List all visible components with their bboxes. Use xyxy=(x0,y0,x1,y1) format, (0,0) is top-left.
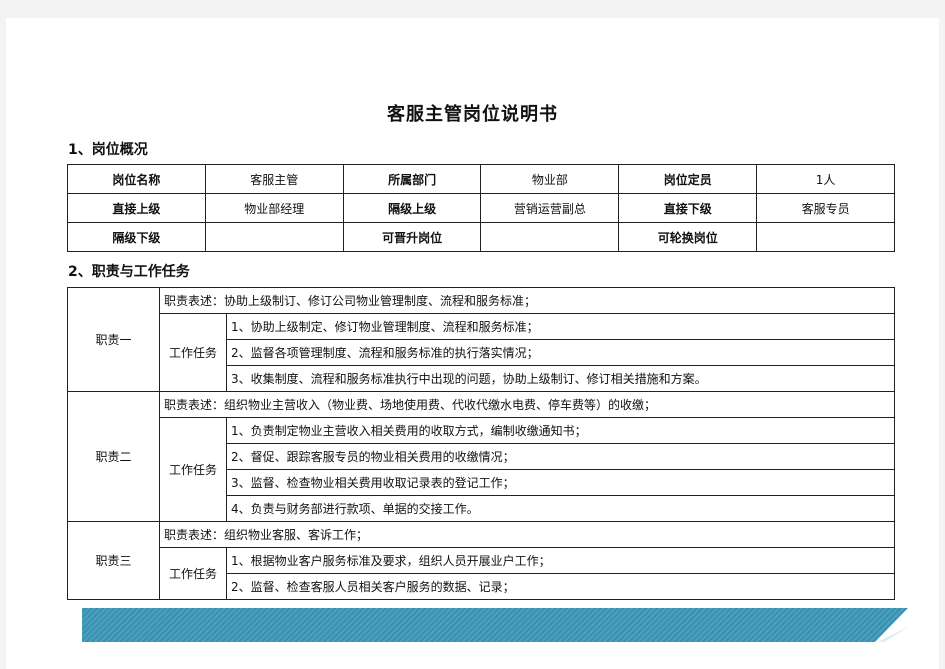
label-cell: 所属部门 xyxy=(342,164,482,194)
task-label-cell: 工作任务 xyxy=(159,313,227,392)
value-cell xyxy=(756,222,895,252)
duty-name-cell: 职责二 xyxy=(67,391,160,522)
duties-table: 职责一 职责表述：协助上级制订、修订公司物业管理制度、流程和服务标准； 工作任务… xyxy=(67,287,895,600)
task-label-cell: 工作任务 xyxy=(159,417,227,522)
label-cell: 隔级下级 xyxy=(67,222,206,252)
section-duties-heading: 2、职责与工作任务 xyxy=(68,264,190,280)
value-cell: 1人 xyxy=(756,164,895,194)
value-cell: 物业部经理 xyxy=(204,193,344,223)
value-cell: 营销运营副总 xyxy=(480,193,620,223)
table-row: 工作任务 1、负责制定物业主营收入相关费用的收取方式，编制收缴通知书； xyxy=(68,417,895,522)
label-cell: 可轮换岗位 xyxy=(618,222,758,252)
task-item: 2、监督、检查客服人员相关客户服务的数据、记录； xyxy=(226,573,895,600)
decorative-footer-band xyxy=(82,608,908,642)
label-cell: 岗位名称 xyxy=(67,164,206,194)
label-cell: 隔级上级 xyxy=(342,193,482,223)
table-row: 直接上级 物业部经理 隔级上级 营销运营副总 直接下级 客服专员 xyxy=(67,193,895,223)
task-label-cell: 工作任务 xyxy=(159,547,227,600)
table-row: 职责三 职责表述：组织物业客服、客诉工作； xyxy=(67,521,895,600)
task-item: 2、督促、跟踪客服专员的物业相关费用的收缴情况； xyxy=(226,443,895,470)
label-cell: 直接上级 xyxy=(67,193,206,223)
value-cell: 物业部 xyxy=(480,164,620,194)
duty-description: 职责表述：协助上级制订、修订公司物业管理制度、流程和服务标准； xyxy=(159,287,895,314)
section-overview-heading: 1、岗位概况 xyxy=(68,142,148,158)
duty-description: 职责表述：组织物业主营收入（物业费、场地使用费、代收代缴水电费、停车费等）的收缴… xyxy=(159,391,895,418)
task-item: 1、根据物业客户服务标准及要求，组织人员开展业户工作； xyxy=(226,547,895,574)
value-cell xyxy=(480,222,620,252)
table-row: 职责一 职责表述：协助上级制订、修订公司物业管理制度、流程和服务标准； xyxy=(67,287,895,392)
table-row: 工作任务 1、协助上级制定、修订物业管理制度、流程和服务标准； xyxy=(68,313,895,392)
value-cell: 客服专员 xyxy=(756,193,895,223)
table-row: 隔级下级 可晋升岗位 可轮换岗位 xyxy=(67,222,895,252)
task-item: 3、监督、检查物业相关费用收取记录表的登记工作； xyxy=(226,469,895,496)
overview-table: 岗位名称 客服主管 所属部门 物业部 岗位定员 1人 直接上级 物业部经理 隔级… xyxy=(67,164,895,252)
value-cell: 客服主管 xyxy=(204,164,344,194)
task-item: 3、收集制度、流程和服务标准执行中出现的问题，协助上级制订、修订相关措施和方案。 xyxy=(226,365,895,392)
table-row: 职责二 职责表述：组织物业主营收入（物业费、场地使用费、代收代缴水电费、停车费等… xyxy=(67,391,895,522)
table-row: 工作任务 1、根据物业客户服务标准及要求，组织人员开展业户工作； xyxy=(68,547,895,600)
duty-name-cell: 职责一 xyxy=(67,287,160,392)
table-row: 岗位名称 客服主管 所属部门 物业部 岗位定员 1人 xyxy=(67,164,895,194)
label-cell: 直接下级 xyxy=(618,193,758,223)
task-item: 1、协助上级制定、修订物业管理制度、流程和服务标准； xyxy=(226,313,895,340)
duty-description: 职责表述：组织物业客服、客诉工作； xyxy=(159,521,895,548)
label-cell: 岗位定员 xyxy=(618,164,758,194)
duty-name-cell: 职责三 xyxy=(67,521,160,600)
document-title: 客服主管岗位说明书 xyxy=(387,104,558,125)
task-item: 4、负责与财务部进行款项、单据的交接工作。 xyxy=(226,495,895,522)
task-item: 1、负责制定物业主营收入相关费用的收取方式，编制收缴通知书； xyxy=(226,417,895,444)
label-cell: 可晋升岗位 xyxy=(342,222,482,252)
task-item: 2、监督各项管理制度、流程和服务标准的执行落实情况； xyxy=(226,339,895,366)
value-cell xyxy=(204,222,344,252)
